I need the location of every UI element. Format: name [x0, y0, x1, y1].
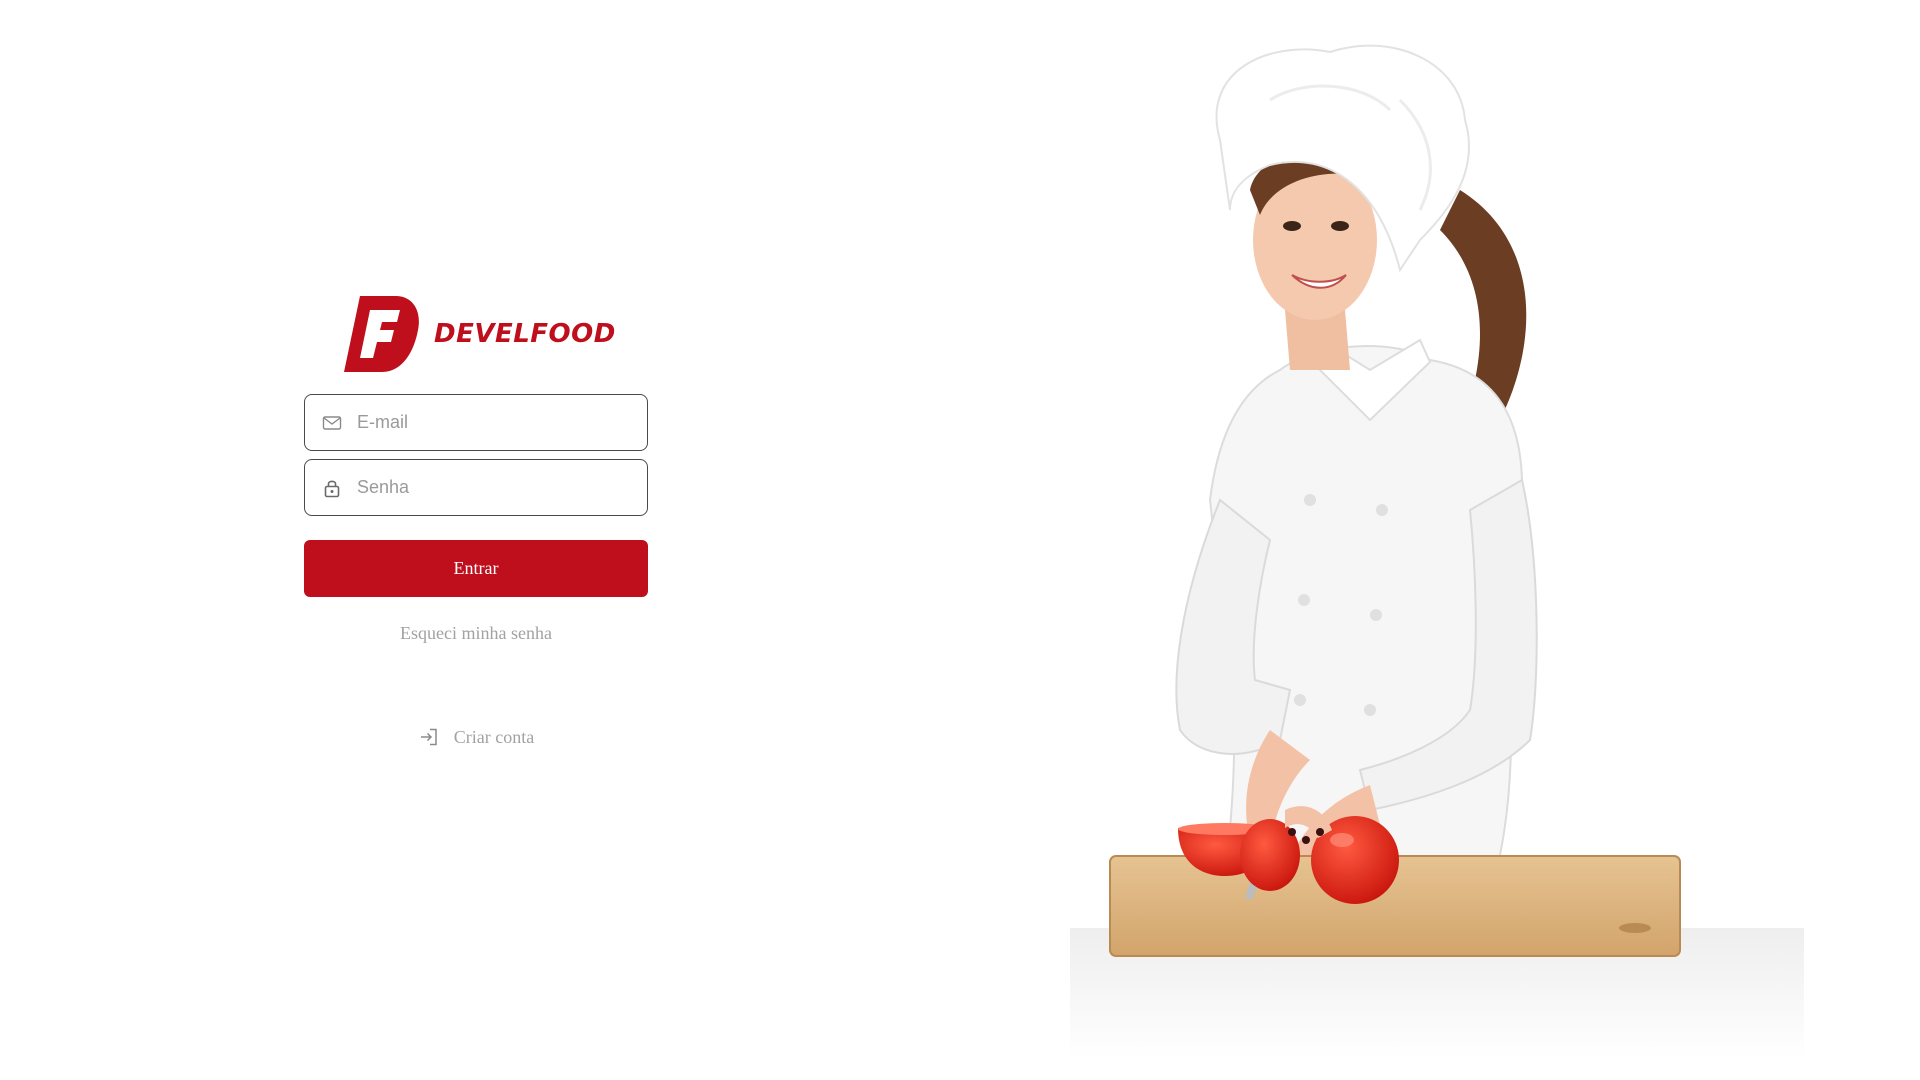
sign-in-arrow-icon	[420, 728, 437, 746]
chef-image	[1070, 44, 1804, 1060]
password-field[interactable]	[304, 459, 648, 516]
email-field[interactable]	[304, 394, 648, 451]
password-input[interactable]	[355, 466, 639, 509]
lock-icon	[324, 480, 340, 497]
login-page: DEVELFOOD Entrar Esqueci minha senha	[0, 0, 1920, 1080]
brand-logo: DEVELFOOD	[344, 296, 648, 372]
develfood-logo-icon	[344, 296, 419, 372]
create-account-label: Criar conta	[453, 726, 535, 747]
create-account-link[interactable]: Criar conta	[304, 726, 648, 748]
login-button[interactable]: Entrar	[304, 540, 648, 597]
login-panel: DEVELFOOD Entrar Esqueci minha senha	[304, 296, 648, 748]
brand-name: DEVELFOOD	[434, 319, 616, 349]
forgot-password-link[interactable]: Esqueci minha senha	[304, 623, 648, 644]
email-input[interactable]	[355, 401, 639, 444]
chef-illustration	[1070, 40, 1850, 1080]
mail-icon	[322, 415, 342, 430]
